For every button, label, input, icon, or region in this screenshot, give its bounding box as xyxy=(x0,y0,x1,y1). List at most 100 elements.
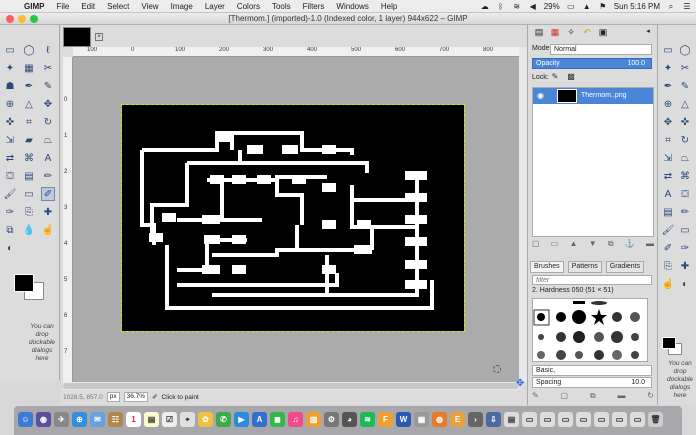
eraser-option-icon[interactable]: ▭ xyxy=(678,223,692,237)
clone-option-icon[interactable]: ⎘ xyxy=(661,259,675,273)
rotate-icon[interactable]: ↻ xyxy=(41,115,55,129)
menu-select[interactable]: Select xyxy=(101,0,135,13)
menu-windows[interactable]: Windows xyxy=(330,0,374,13)
unit-selector[interactable]: px xyxy=(106,392,120,402)
battery-percent[interactable]: 29% xyxy=(544,2,560,11)
horizontal-scroll-thumb[interactable] xyxy=(63,383,519,389)
image-tab-thumbnail[interactable] xyxy=(63,27,91,47)
paintbrush-icon[interactable]: 🖌 xyxy=(3,187,17,201)
app-store-icon[interactable]: A xyxy=(252,412,267,427)
menu-view[interactable]: View xyxy=(135,0,164,13)
navigate-icon[interactable]: ✥ xyxy=(516,379,526,389)
dodge-option-icon[interactable]: ◐ xyxy=(678,277,692,291)
vertical-scrollbar[interactable] xyxy=(519,47,527,382)
foreground-select-icon[interactable]: ☗ xyxy=(3,79,17,93)
wifi-icon[interactable]: ≋ xyxy=(512,2,522,11)
align-option-icon[interactable]: ✜ xyxy=(678,115,692,129)
anchor-layer-icon[interactable]: ⚓ xyxy=(625,239,635,253)
lower-layer-icon[interactable]: ▼ xyxy=(589,239,597,253)
heal-icon[interactable]: ✚ xyxy=(41,205,55,219)
finder-icon[interactable]: ☺ xyxy=(18,412,33,427)
align-icon[interactable]: ✜ xyxy=(3,115,17,129)
mail-icon[interactable]: ✉ xyxy=(90,412,105,427)
gimp-icon[interactable]: ◕ xyxy=(342,412,357,427)
paths-option-icon[interactable]: ✒ xyxy=(661,79,675,93)
scissors-icon[interactable]: ✂ xyxy=(41,61,55,75)
photos-icon[interactable]: ✿ xyxy=(198,412,213,427)
reminders-icon[interactable]: ☑ xyxy=(162,412,177,427)
menu-colors[interactable]: Colors xyxy=(231,0,266,13)
paths-tab-icon[interactable]: ✧ xyxy=(564,27,578,39)
scale-option-icon[interactable]: ⇲ xyxy=(661,151,675,165)
shear-icon[interactable]: ▰ xyxy=(22,133,36,147)
new-layer-icon[interactable]: ▢ xyxy=(532,239,540,253)
fuzzy-select-icon[interactable]: ✦ xyxy=(3,61,17,75)
refresh-brushes-icon[interactable]: ↻ xyxy=(647,391,654,403)
cage-option-icon[interactable]: ⌘ xyxy=(678,169,692,183)
free-select-icon[interactable]: ℓ xyxy=(41,43,55,57)
perspective-option-icon[interactable]: ⏢ xyxy=(678,151,692,165)
trash-icon[interactable]: 🗑 xyxy=(648,412,663,427)
calendar-icon[interactable]: 1 xyxy=(126,412,141,427)
volume-icon[interactable]: ◀ xyxy=(528,2,538,11)
downloads-folder-icon[interactable]: ⇩ xyxy=(486,412,501,427)
clone-icon[interactable]: ⎘ xyxy=(22,205,36,219)
perspective-icon[interactable]: ⏢ xyxy=(41,133,55,147)
screenshot-thumb-2-icon[interactable]: ▭ xyxy=(540,412,555,427)
screenshot-thumb-3-icon[interactable]: ▭ xyxy=(558,412,573,427)
opacity-slider[interactable]: Opacity 100.0 xyxy=(532,58,652,69)
measure-icon[interactable]: △ xyxy=(22,97,36,111)
bucket-option-icon[interactable]: ⛋ xyxy=(678,187,692,201)
configure-tab-icon[interactable]: ◂ xyxy=(641,27,655,39)
flip-option-icon[interactable]: ⇄ xyxy=(661,169,675,183)
ink-option-icon[interactable]: ✑ xyxy=(678,241,692,255)
zoom-icon[interactable]: ⊕ xyxy=(3,97,17,111)
facetime-icon[interactable]: ▶ xyxy=(234,412,249,427)
close-tab-icon[interactable]: × xyxy=(95,33,103,41)
word-icon[interactable]: W xyxy=(396,412,411,427)
flag-icon[interactable]: ⚑ xyxy=(598,2,608,11)
rect-select-icon[interactable]: ▭ xyxy=(3,43,17,57)
lock-pixels-icon[interactable]: ✎ xyxy=(550,71,560,81)
ibooks-icon[interactable]: ▥ xyxy=(306,412,321,427)
screenshot-thumb-5-icon[interactable]: ▭ xyxy=(594,412,609,427)
spacing-slider[interactable]: Spacing 10.0 xyxy=(532,377,652,388)
spotlight-search-icon[interactable]: ⌕ xyxy=(666,2,676,11)
clock[interactable]: Sun 5:16 PM xyxy=(614,2,660,11)
edit-brush-icon[interactable]: ✎ xyxy=(532,391,539,403)
pencil-option-icon[interactable]: ✏ xyxy=(678,205,692,219)
notification-center-icon[interactable]: ☰ xyxy=(682,2,692,11)
smudge-option-icon[interactable]: ☝ xyxy=(661,277,675,291)
layer-row[interactable]: ◉ Thermom..png xyxy=(533,88,653,104)
bucket-fill-icon[interactable]: ⛋ xyxy=(3,169,17,183)
layer-name[interactable]: Thermom..png xyxy=(581,92,627,99)
scale-icon[interactable]: ⇲ xyxy=(3,133,17,147)
fg-bg-colors[interactable] xyxy=(14,274,44,300)
paths-icon[interactable]: ✒ xyxy=(22,79,36,93)
move-icon[interactable]: ✥ xyxy=(41,97,55,111)
foreground-color-swatch[interactable] xyxy=(14,274,34,292)
delete-layer-icon[interactable]: ▬ xyxy=(646,239,654,253)
ink-icon[interactable]: ✑ xyxy=(3,205,17,219)
fg-bg-colors-secondary[interactable] xyxy=(662,337,684,355)
text-option-icon[interactable]: A xyxy=(661,187,675,201)
menu-edit[interactable]: Edit xyxy=(75,0,101,13)
flip-icon[interactable]: ⇄ xyxy=(3,151,17,165)
itunes-icon[interactable]: ♫ xyxy=(288,412,303,427)
rect-select-option-icon[interactable]: ▭ xyxy=(661,43,675,57)
menu-tools[interactable]: Tools xyxy=(266,0,297,13)
channels-tab-icon[interactable]: ▦ xyxy=(548,27,562,39)
contacts-icon[interactable]: ☷ xyxy=(108,412,123,427)
menu-help[interactable]: Help xyxy=(375,0,403,13)
brush-grid[interactable] xyxy=(532,298,648,362)
terminal-icon[interactable]: › xyxy=(468,412,483,427)
text-tool-icon[interactable]: A xyxy=(41,151,55,165)
duplicate-layer-icon[interactable]: ⧉ xyxy=(608,239,614,253)
screenshot-thumb-6-icon[interactable]: ▭ xyxy=(612,412,627,427)
brush-preset-select[interactable]: Basic, xyxy=(532,365,652,376)
maps-icon[interactable]: ⌖ xyxy=(180,412,195,427)
layers-tab-icon[interactable]: ▤ xyxy=(532,27,546,39)
preview-icon[interactable]: ▦ xyxy=(414,412,429,427)
cloud-icon[interactable]: ☁ xyxy=(480,2,490,11)
blend-icon[interactable]: ▤ xyxy=(22,169,36,183)
